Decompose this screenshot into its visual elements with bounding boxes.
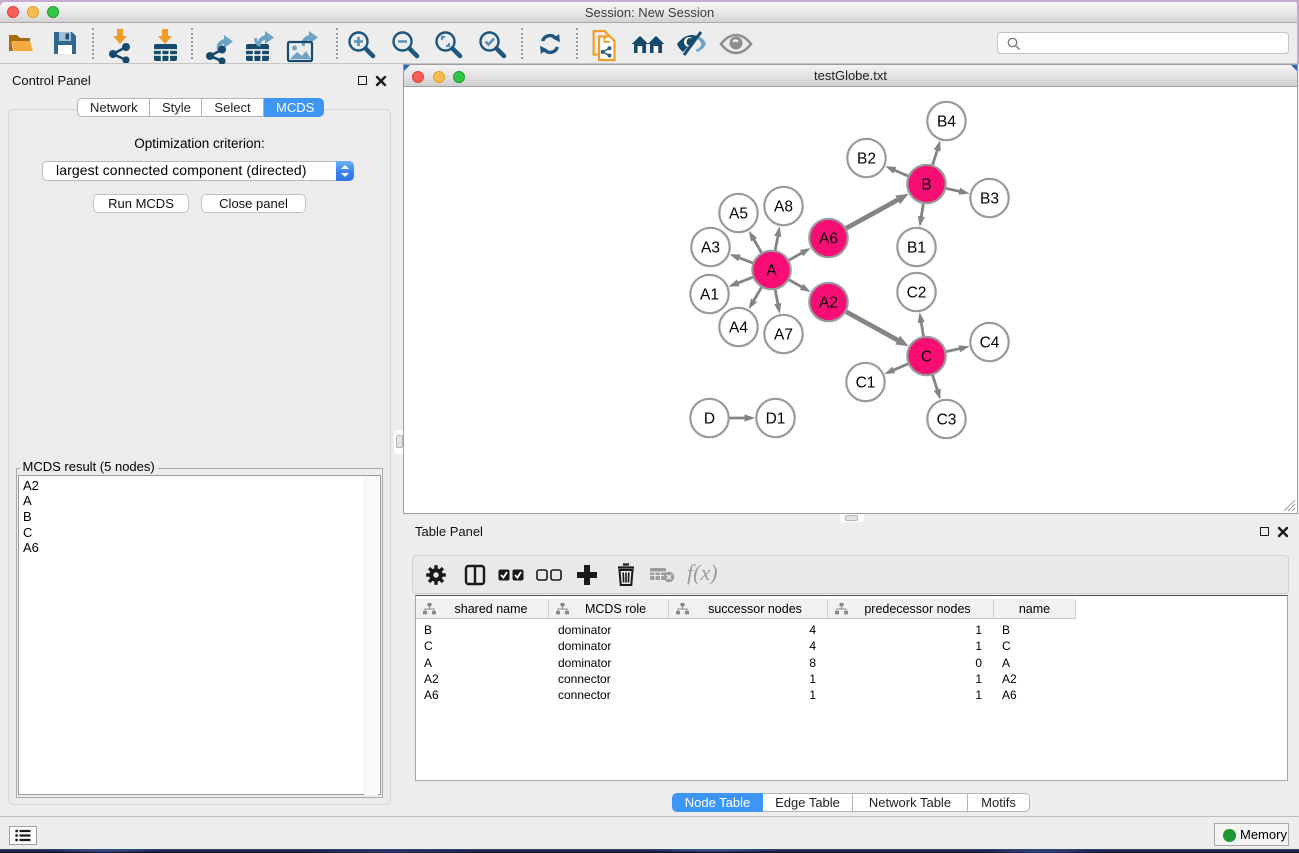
svg-text:B: B bbox=[921, 177, 931, 194]
svg-text:C1: C1 bbox=[856, 375, 876, 392]
svg-text:B3: B3 bbox=[980, 191, 999, 208]
svg-text:A: A bbox=[766, 263, 777, 280]
svg-text:A5: A5 bbox=[729, 206, 748, 223]
svg-text:A3: A3 bbox=[701, 240, 720, 257]
svg-text:A4: A4 bbox=[729, 320, 748, 337]
svg-text:B1: B1 bbox=[907, 240, 926, 257]
svg-text:C2: C2 bbox=[907, 285, 927, 302]
svg-text:C3: C3 bbox=[937, 412, 957, 429]
svg-text:D1: D1 bbox=[766, 411, 786, 428]
svg-text:D: D bbox=[704, 411, 715, 428]
svg-text:A2: A2 bbox=[819, 295, 838, 312]
svg-text:B4: B4 bbox=[937, 114, 956, 131]
svg-text:A7: A7 bbox=[774, 327, 793, 344]
svg-text:A1: A1 bbox=[700, 287, 719, 304]
svg-text:A8: A8 bbox=[774, 199, 793, 216]
svg-text:B2: B2 bbox=[857, 151, 876, 168]
svg-text:A6: A6 bbox=[819, 231, 838, 248]
svg-text:C4: C4 bbox=[980, 335, 1000, 352]
svg-text:C: C bbox=[921, 349, 932, 366]
